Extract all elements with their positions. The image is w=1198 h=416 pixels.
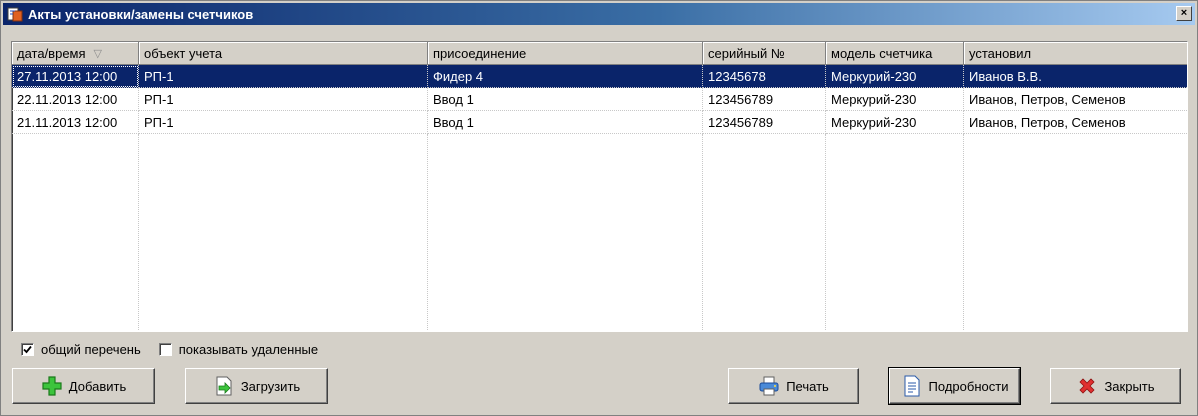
print-button[interactable]: Печать: [728, 368, 859, 404]
general-list-checkbox[interactable]: [21, 342, 34, 356]
column-header-installer[interactable]: установил: [964, 42, 1187, 65]
red-x-icon: [1076, 375, 1098, 397]
import-arrow-icon: [213, 375, 235, 397]
close-button[interactable]: Закрыть: [1050, 368, 1181, 404]
meters-table[interactable]: дата/время ▽ объект учета присоединение …: [11, 41, 1188, 332]
document-icon: [901, 375, 923, 397]
sort-down-icon: ▽: [93, 47, 102, 60]
list-options: общий перечень показывать удаленные: [21, 341, 336, 357]
load-button[interactable]: Загрузить: [185, 368, 328, 404]
printer-icon: [758, 375, 780, 397]
column-header-object[interactable]: объект учета: [139, 42, 428, 65]
table-header: дата/время ▽ объект учета присоединение …: [12, 42, 1187, 65]
table-empty-area[interactable]: [12, 134, 1187, 331]
window-title: Акты установки/замены счетчиков: [28, 6, 254, 22]
column-header-connection[interactable]: присоединение: [428, 42, 703, 65]
table-row[interactable]: 27.11.2013 12:00 РП-1 Фидер 4 12345678 М…: [12, 65, 1187, 88]
column-header-datetime[interactable]: дата/время ▽: [12, 42, 139, 65]
general-list-option[interactable]: общий перечень: [21, 342, 141, 357]
window-close-button[interactable]: ×: [1176, 6, 1192, 21]
checkmark-icon: [23, 345, 32, 353]
plus-icon: [41, 375, 63, 397]
general-list-label: общий перечень: [41, 341, 141, 357]
show-deleted-checkbox[interactable]: [158, 342, 172, 356]
title-bar[interactable]: Акты установки/замены счетчиков ×: [3, 3, 1195, 25]
details-button[interactable]: Подробности: [888, 367, 1021, 405]
column-header-model[interactable]: модель счетчика: [826, 42, 964, 65]
show-deleted-option[interactable]: показывать удаленные: [158, 341, 319, 357]
table-row[interactable]: 21.11.2013 12:00 РП-1 Ввод 1 123456789 М…: [12, 111, 1187, 134]
show-deleted-label: показывать удаленные: [178, 341, 319, 357]
table-row[interactable]: 22.11.2013 12:00 РП-1 Ввод 1 123456789 М…: [12, 88, 1187, 111]
column-header-serial[interactable]: серийный №: [703, 42, 826, 65]
add-button[interactable]: Добавить: [12, 368, 155, 404]
acts-window: Акты установки/замены счетчиков × дата/в…: [0, 0, 1198, 416]
app-icon: [7, 6, 23, 22]
